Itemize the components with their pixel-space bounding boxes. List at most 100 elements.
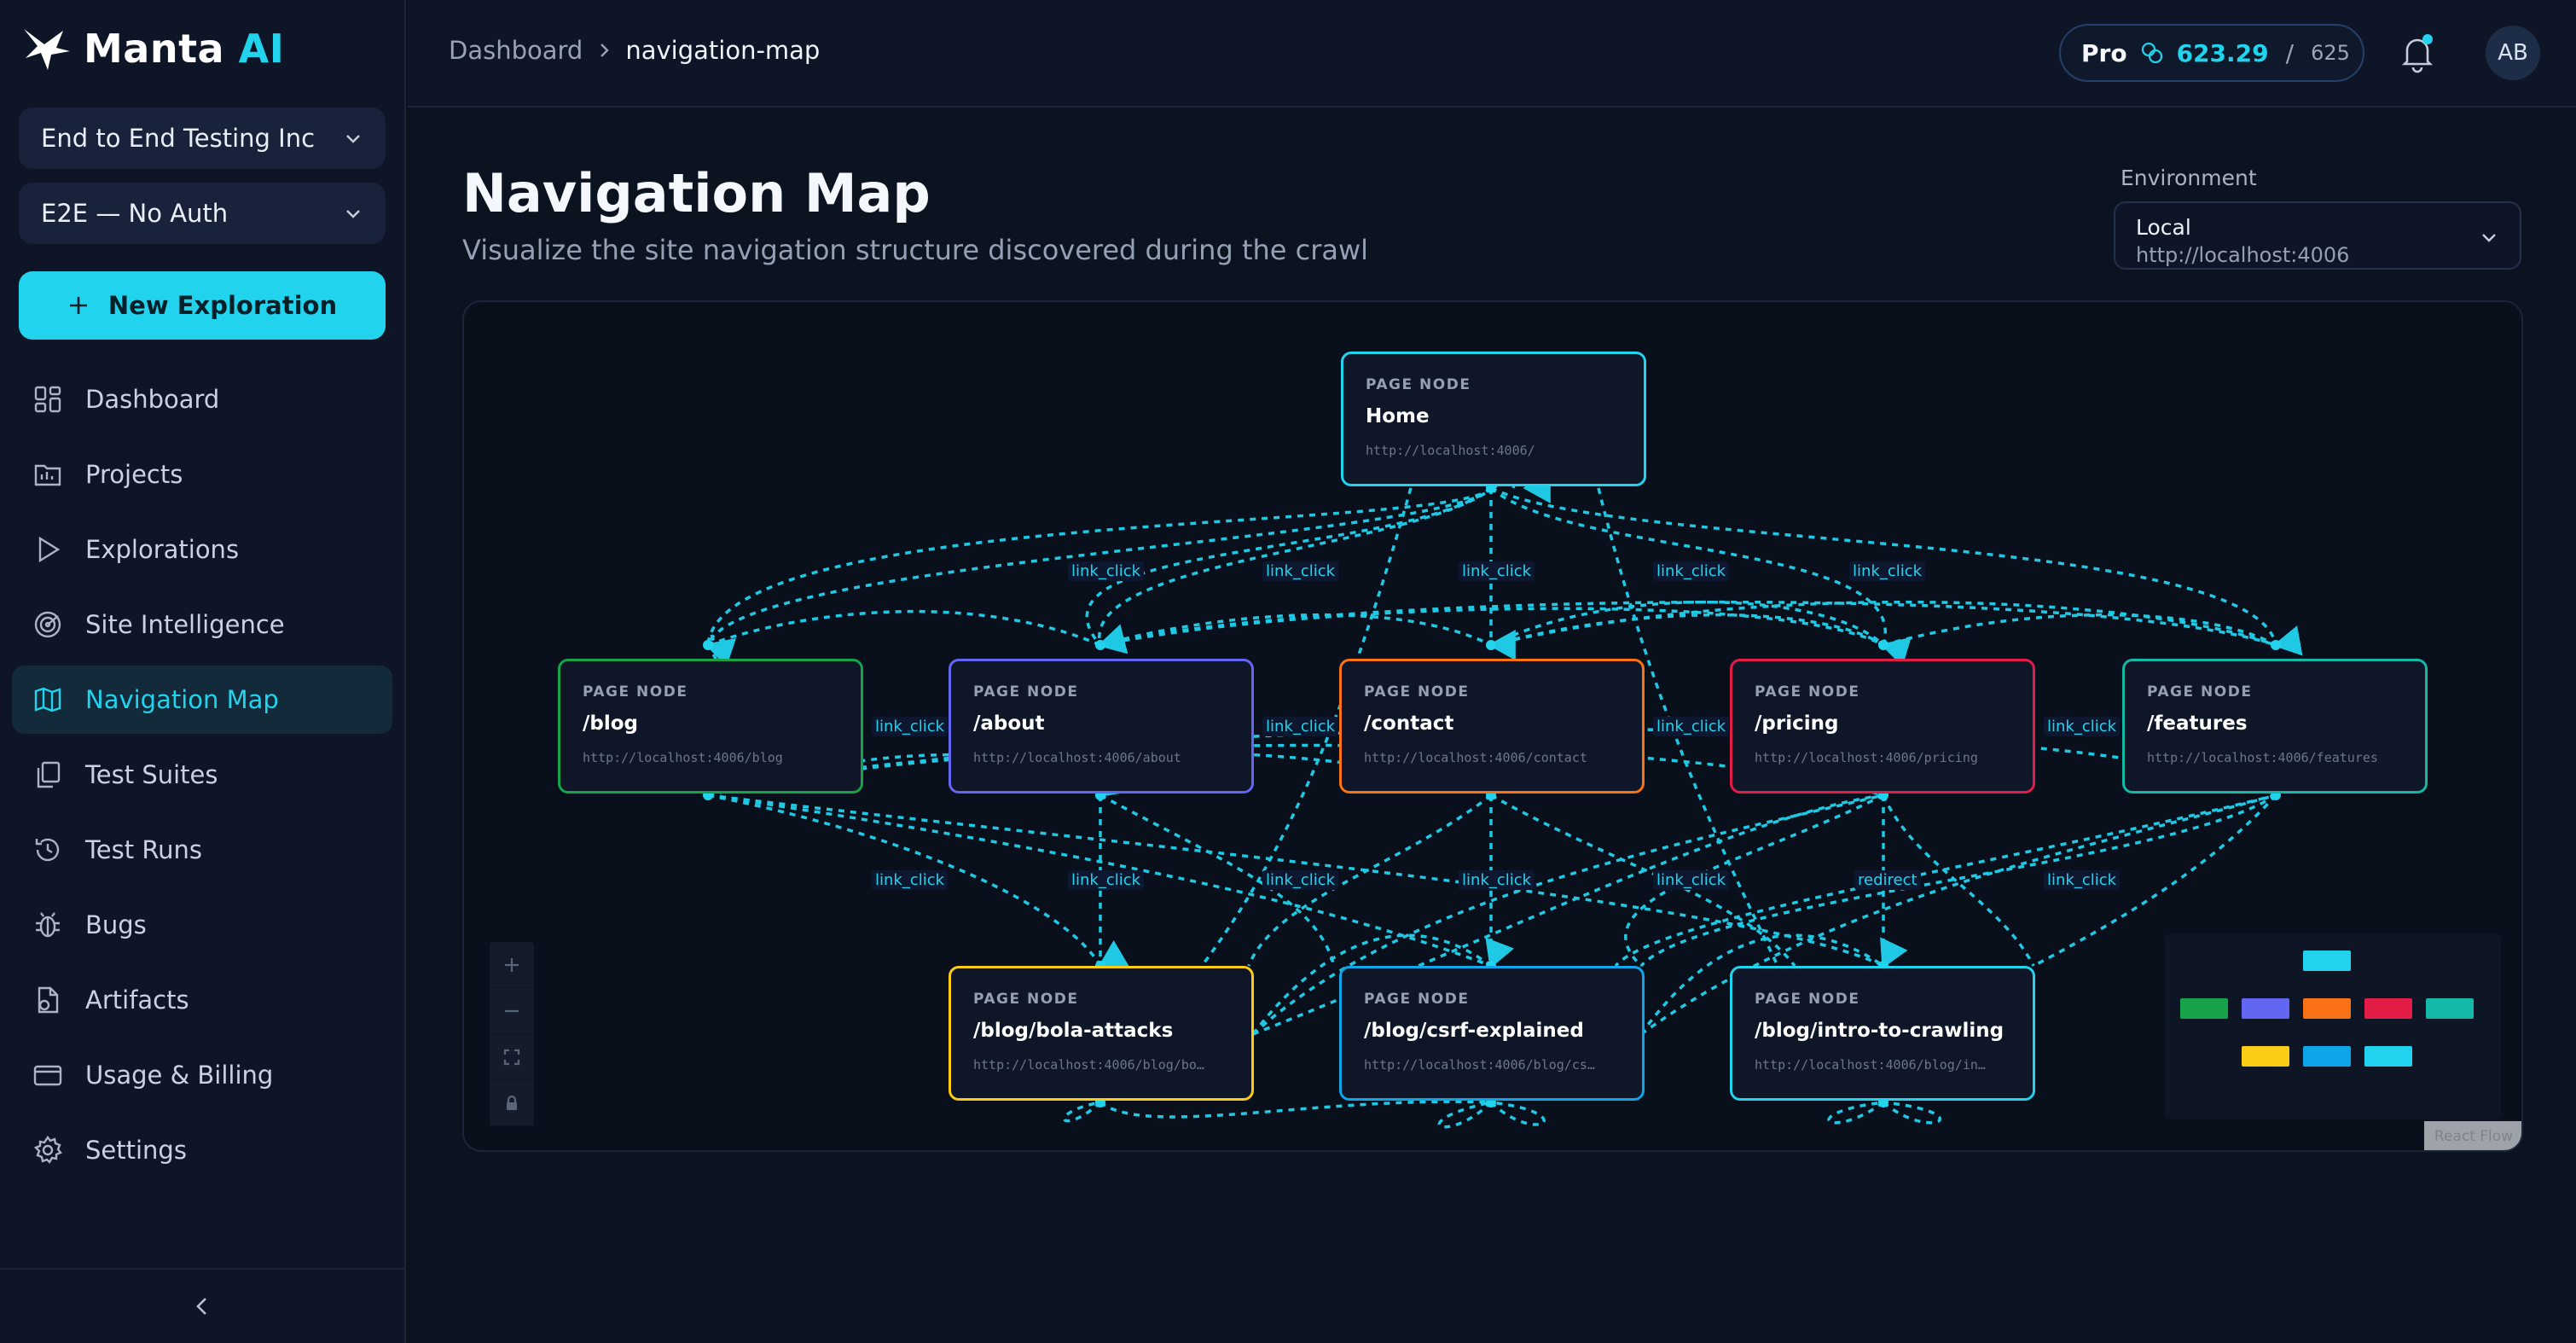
notifications-button[interactable] [2399,32,2436,77]
edge-label: link_click [2044,870,2121,890]
map-icon [34,687,61,712]
node-title: /blog/bola-attacks [973,1020,1174,1042]
page-subtitle: Visualize the site navigation structure … [462,234,1369,266]
page-node-features[interactable]: PAGE NODE /features http://localhost:400… [2122,659,2428,794]
credits-total: 625 [2311,41,2350,65]
page-node-bola-attacks[interactable]: PAGE NODE /blog/bola-attacks http://loca… [949,966,1254,1101]
node-url: http://localhost:4006/about [973,750,1181,765]
lock-button[interactable] [490,1080,534,1126]
sidebar-item-dashboard[interactable]: Dashboard [12,365,392,433]
node-kind: PAGE NODE [583,683,688,701]
credits-separator: / [2285,38,2295,67]
sidebar-item-projects[interactable]: Projects [12,440,392,509]
edge-label: link_click [1653,561,1730,581]
minus-icon [505,1009,519,1012]
page-node-csrf-explained[interactable]: PAGE NODE /blog/csrf-explained http://lo… [1339,966,1645,1101]
node-title: /blog/intro-to-crawling [1755,1020,2005,1042]
node-title: /blog [583,712,639,735]
zoom-out-button[interactable] [490,988,534,1034]
fit-view-button[interactable] [490,1034,534,1080]
sidebar-item-label: Test Runs [85,835,203,864]
sidebar-item-label: Bugs [85,910,147,939]
sidebar-item-label: Settings [85,1136,187,1165]
play-icon [38,536,61,563]
sidebar-collapse-button[interactable] [0,1268,404,1343]
edge-label: link_click [1459,870,1535,890]
edge-label: redirect [1854,870,1921,890]
node-title: /about [973,712,1045,735]
breadcrumb-current: navigation-map [625,36,821,65]
page-node-contact[interactable]: PAGE NODE /contact http://localhost:4006… [1339,659,1645,794]
credits-badge[interactable]: Pro 623.29 / 625 [2059,24,2364,82]
coins-icon [2141,42,2162,64]
sidebar-item-site-intelligence[interactable]: Site Intelligence [12,590,392,659]
chevron-right-icon [600,44,610,57]
new-exploration-button[interactable]: New Exploration [19,271,386,340]
organization-select[interactable]: End to End Testing Inc [19,108,386,169]
plan-name: Pro [2081,38,2127,67]
gear-icon [33,1135,62,1164]
minimap[interactable] [2165,933,2501,1119]
sidebar-item-bugs[interactable]: Bugs [12,891,392,959]
node-title: /features [2147,712,2248,735]
edge-label: link_click [1262,561,1339,581]
sidebar-item-label: Dashboard [85,385,220,414]
edge-label: link_click [1653,717,1730,736]
top-bar: Dashboard navigation-map Pro 623.29 / 62… [408,0,2576,108]
file-icon [38,986,59,1014]
app-name: Manta AI [84,26,285,72]
sidebar-item-settings[interactable]: Settings [12,1116,392,1184]
breadcrumb: Dashboard navigation-map [449,36,820,65]
minimap-node-bola-attacks [2242,1046,2289,1067]
node-title: /blog/csrf-explained [1364,1020,1584,1042]
sidebar-item-navigation-map[interactable]: Navigation Map [12,666,392,734]
node-url: http://localhost:4006/features [2147,750,2378,765]
node-title: /pricing [1755,712,1839,735]
sidebar: Manta AI End to End Testing Inc E2E — No… [0,0,406,1343]
project-select[interactable]: E2E — No Auth [19,183,386,244]
page-node-about[interactable]: PAGE NODE /about http://localhost:4006/a… [949,659,1254,794]
page-node-pricing[interactable]: PAGE NODE /pricing http://localhost:4006… [1730,659,2035,794]
node-url: http://localhost:4006/blog/in… [1755,1057,1986,1073]
history-icon [35,838,60,862]
manta-logo-icon [24,29,70,70]
page-node-blog[interactable]: PAGE NODE /blog http://localhost:4006/bl… [558,659,863,794]
node-kind: PAGE NODE [1755,991,1860,1008]
node-url: http://localhost:4006/pricing [1755,750,1978,765]
chevron-left-icon [196,1298,206,1315]
lock-icon [507,1095,517,1110]
sidebar-item-test-runs[interactable]: Test Runs [12,816,392,884]
sidebar-item-artifacts[interactable]: Artifacts [12,966,392,1034]
environment-select[interactable]: Local http://localhost:4006 [2114,201,2521,270]
card-icon [33,1065,62,1086]
minimap-node-features [2426,998,2474,1019]
sidebar-item-label: Artifacts [85,985,189,1015]
app-logo[interactable]: Manta AI [22,26,284,72]
sidebar-item-explorations[interactable]: Explorations [12,515,392,584]
zoom-in-button[interactable] [490,942,534,988]
breadcrumb-dashboard-link[interactable]: Dashboard [449,36,583,65]
minimap-node-home [2303,951,2351,971]
react-flow-attribution[interactable]: React Flow [2424,1121,2521,1150]
minimap-node-contact [2303,998,2351,1019]
sidebar-nav: Dashboard Projects Explorations Site Int… [12,365,392,1191]
page-node-intro-to-crawling[interactable]: PAGE NODE /blog/intro-to-crawling http:/… [1730,966,2035,1101]
organization-select-value: End to End Testing Inc [41,124,316,153]
chevron-down-icon [346,210,360,218]
sidebar-item-usage-billing[interactable]: Usage & Billing [12,1041,392,1109]
edge-label: link_click [1262,870,1339,890]
sidebar-item-label: Navigation Map [85,685,279,714]
fit-view-icon [503,1049,520,1065]
environment-label: Environment [2121,166,2257,190]
navigation-map-canvas[interactable]: PAGE NODE Home http://localhost:4006/ PA… [462,300,2523,1152]
node-kind: PAGE NODE [1366,376,1471,393]
bell-icon [2401,34,2434,73]
page-node-home[interactable]: PAGE NODE Home http://localhost:4006/ [1341,352,1646,486]
node-kind: PAGE NODE [2147,683,2253,701]
user-avatar[interactable]: AB [2486,26,2540,80]
minimap-node-intro-to-crawling [2364,1046,2412,1067]
edge-label: link_click [1262,717,1339,736]
node-kind: PAGE NODE [1364,683,1470,701]
sidebar-item-test-suites[interactable]: Test Suites [12,741,392,809]
chevron-down-icon [346,135,360,143]
